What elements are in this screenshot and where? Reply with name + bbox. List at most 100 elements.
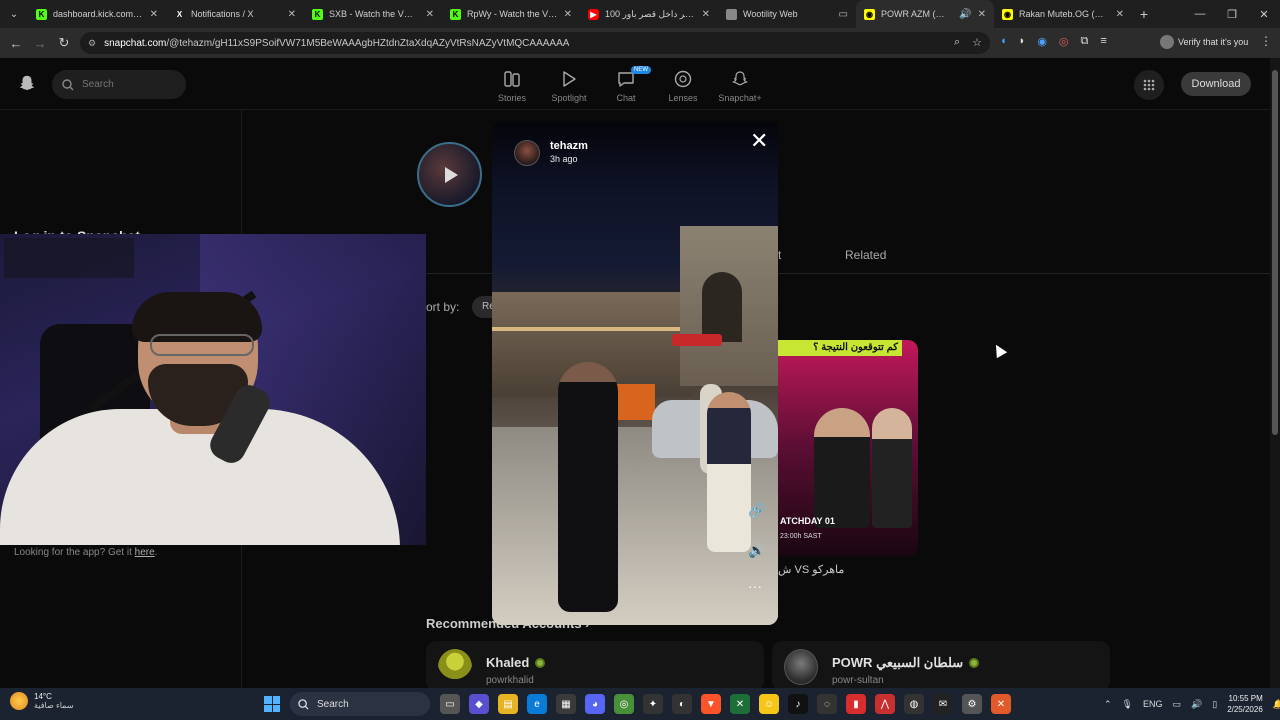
app-icon[interactable]: ◍ bbox=[904, 694, 924, 714]
network-icon[interactable]: ▭ bbox=[1173, 699, 1182, 710]
snapchat-ghost-icon[interactable] bbox=[18, 74, 36, 92]
more-options-icon[interactable]: ··· bbox=[748, 578, 762, 594]
nav-stories[interactable]: Stories bbox=[482, 68, 542, 103]
close-tab-icon[interactable]: ▭ bbox=[839, 9, 848, 20]
windows-start-icon[interactable] bbox=[264, 696, 280, 712]
back-arrow-icon[interactable]: ← bbox=[4, 36, 28, 51]
site-info-icon[interactable]: ⚙ bbox=[88, 38, 96, 49]
story-username[interactable]: tehazm bbox=[550, 140, 588, 152]
restore-icon[interactable]: ❐ bbox=[1216, 8, 1248, 21]
zoom-icon[interactable]: ⌕ bbox=[954, 36, 960, 49]
task-view-icon[interactable]: ▭ bbox=[440, 694, 460, 714]
snapchat-header: Stories Spotlight NEW Chat Lenses Snapch… bbox=[0, 58, 1270, 110]
taskbar-search[interactable]: Search bbox=[290, 692, 430, 716]
account-card[interactable]: Khaled powrkhalid bbox=[426, 641, 764, 688]
nav-lenses[interactable]: Lenses bbox=[653, 68, 713, 103]
story-viewer[interactable]: tehazm 3h ago ✕ 🔗 🔊 ··· bbox=[492, 122, 778, 625]
verified-badge-icon bbox=[535, 657, 546, 668]
tab-partial[interactable]: t bbox=[778, 248, 781, 262]
story-avatar[interactable] bbox=[514, 140, 540, 166]
app-icon[interactable]: ⋀ bbox=[875, 694, 895, 714]
extension-icon[interactable]: ◉ bbox=[1037, 35, 1047, 48]
file-explorer-icon[interactable]: ▤ bbox=[498, 694, 518, 714]
notifications-icon[interactable]: 🔔 bbox=[1273, 699, 1280, 710]
edge-icon[interactable]: e bbox=[527, 694, 547, 714]
chevron-up-icon[interactable]: ⌃ bbox=[1104, 699, 1112, 710]
tiktok-icon[interactable]: ♪ bbox=[788, 694, 808, 714]
close-tab-icon[interactable]: ✕ bbox=[702, 9, 710, 20]
language-indicator[interactable]: ENG bbox=[1143, 699, 1163, 709]
browser-tab[interactable]: K SXB - Watch the VOD on Kick ✕ bbox=[304, 0, 442, 28]
webcam-person-glasses bbox=[150, 334, 254, 356]
settings-gear-icon[interactable]: ⚙ bbox=[962, 694, 982, 714]
minimize-icon[interactable]: — bbox=[1184, 8, 1216, 20]
battery-icon[interactable]: ▯ bbox=[1212, 699, 1217, 710]
sort-label: ort by: bbox=[426, 300, 460, 314]
app-icon[interactable]: ▮ bbox=[846, 694, 866, 714]
close-tab-icon[interactable]: ✕ bbox=[426, 9, 434, 20]
account-card[interactable]: POWR سلطان السبيعي powr-sultan bbox=[772, 641, 1110, 688]
app-icon[interactable]: ✉ bbox=[933, 694, 953, 714]
volume-icon[interactable]: 🔊 bbox=[1191, 699, 1202, 710]
close-window-icon[interactable]: ✕ bbox=[1248, 8, 1280, 21]
download-button[interactable]: Download bbox=[1181, 72, 1251, 96]
spotlight-thumbnail[interactable]: كم تتوقعون النتيجة ؟ ATCHDAY 01 23:00h S… bbox=[778, 340, 918, 556]
extension-icon[interactable]: ◖ bbox=[1000, 35, 1007, 48]
nav-snapchat-plus[interactable]: Snapchat+ bbox=[710, 68, 770, 103]
nav-chat[interactable]: NEW Chat bbox=[596, 66, 656, 103]
search-input[interactable] bbox=[82, 79, 172, 90]
reload-icon[interactable]: ↻ bbox=[52, 35, 76, 51]
browser-tab[interactable]: Wootility Web ▭ bbox=[718, 0, 856, 28]
close-tab-icon[interactable]: ✕ bbox=[288, 9, 296, 20]
speaker-icon[interactable]: 🔊 bbox=[959, 9, 971, 20]
bookmark-star-icon[interactable]: ☆ bbox=[972, 36, 982, 49]
extension-icon[interactable]: ◎ bbox=[1059, 35, 1069, 48]
apps-grid-button[interactable] bbox=[1134, 70, 1164, 100]
scrollbar-thumb[interactable] bbox=[1272, 70, 1278, 435]
thumbnail-caption[interactable]: ماهركو VS ش bbox=[778, 563, 844, 576]
page-scrollbar[interactable] bbox=[1270, 58, 1280, 688]
browser-tab[interactable]: X Notifications / X ✕ bbox=[166, 0, 304, 28]
media-controls-icon[interactable]: ≡ bbox=[1100, 35, 1106, 48]
close-icon[interactable]: ✕ bbox=[750, 130, 768, 152]
brave-icon[interactable]: ▼ bbox=[701, 694, 721, 714]
close-tab-icon[interactable]: ✕ bbox=[978, 9, 986, 20]
extensions-puzzle-icon[interactable]: ⧉ bbox=[1081, 35, 1089, 48]
story-scene-person bbox=[558, 362, 618, 612]
browser-tab[interactable]: ▶ 100 يوتيوبر داخل قصر باور ✕ bbox=[580, 0, 718, 28]
close-tab-icon[interactable]: ✕ bbox=[1116, 9, 1124, 20]
profile-button[interactable]: Verify that it's you bbox=[1160, 33, 1248, 51]
new-tab-button[interactable]: + bbox=[1132, 6, 1156, 22]
address-bar[interactable]: ⚙ snapchat.com/@tehazm/gH11xS9PSoifVW71M… bbox=[80, 32, 990, 54]
app-icon[interactable]: ☺ bbox=[759, 694, 779, 714]
link-icon[interactable]: 🔗 bbox=[748, 502, 765, 519]
app-icon[interactable]: ◌ bbox=[817, 694, 837, 714]
tab-related[interactable]: Related bbox=[845, 248, 886, 262]
get-app-link[interactable]: here bbox=[135, 547, 155, 558]
tab-search-menu[interactable]: ⌄ bbox=[0, 0, 28, 28]
browser-menu-icon[interactable]: ⋮ bbox=[1260, 34, 1272, 48]
app-icon[interactable]: ✦ bbox=[643, 694, 663, 714]
close-tab-icon[interactable]: ✕ bbox=[150, 9, 158, 20]
copilot-icon[interactable]: ◆ bbox=[469, 694, 489, 714]
discord-icon[interactable]: ◕ bbox=[585, 694, 605, 714]
clock[interactable]: 10:55 PM 2/25/2026 bbox=[1227, 693, 1263, 715]
browser-tab[interactable]: K RpWy - Watch the VOD on Kick ✕ bbox=[442, 0, 580, 28]
chrome-icon[interactable]: ◎ bbox=[614, 694, 634, 714]
store-icon[interactable]: ▦ bbox=[556, 694, 576, 714]
microphone-icon[interactable]: 🎙 bbox=[1122, 699, 1133, 710]
weather-widget[interactable]: 14°C سماء صافية bbox=[10, 692, 74, 710]
app-icon[interactable]: ✕ bbox=[991, 694, 1011, 714]
browser-tab[interactable]: ◉ Rakan Muteb.OG (@rms...) ✕ bbox=[994, 0, 1132, 28]
browser-tab-active[interactable]: ◉ POWR AZM (@tehazm) 🔊 ✕ bbox=[856, 0, 994, 28]
nav-spotlight[interactable]: Spotlight bbox=[539, 68, 599, 103]
app-icon[interactable]: ◐ bbox=[672, 694, 692, 714]
profile-story-ring[interactable] bbox=[417, 142, 482, 207]
browser-tab[interactable]: K dashboard.kick.com/stream ✕ bbox=[28, 0, 166, 28]
snapchat-search[interactable] bbox=[52, 70, 186, 99]
xbox-icon[interactable]: ✕ bbox=[730, 694, 750, 714]
forward-arrow-icon[interactable]: → bbox=[28, 36, 52, 51]
extension-icon[interactable]: ◗ bbox=[1019, 35, 1026, 48]
close-tab-icon[interactable]: ✕ bbox=[564, 9, 572, 20]
sound-icon[interactable]: 🔊 bbox=[748, 542, 765, 559]
